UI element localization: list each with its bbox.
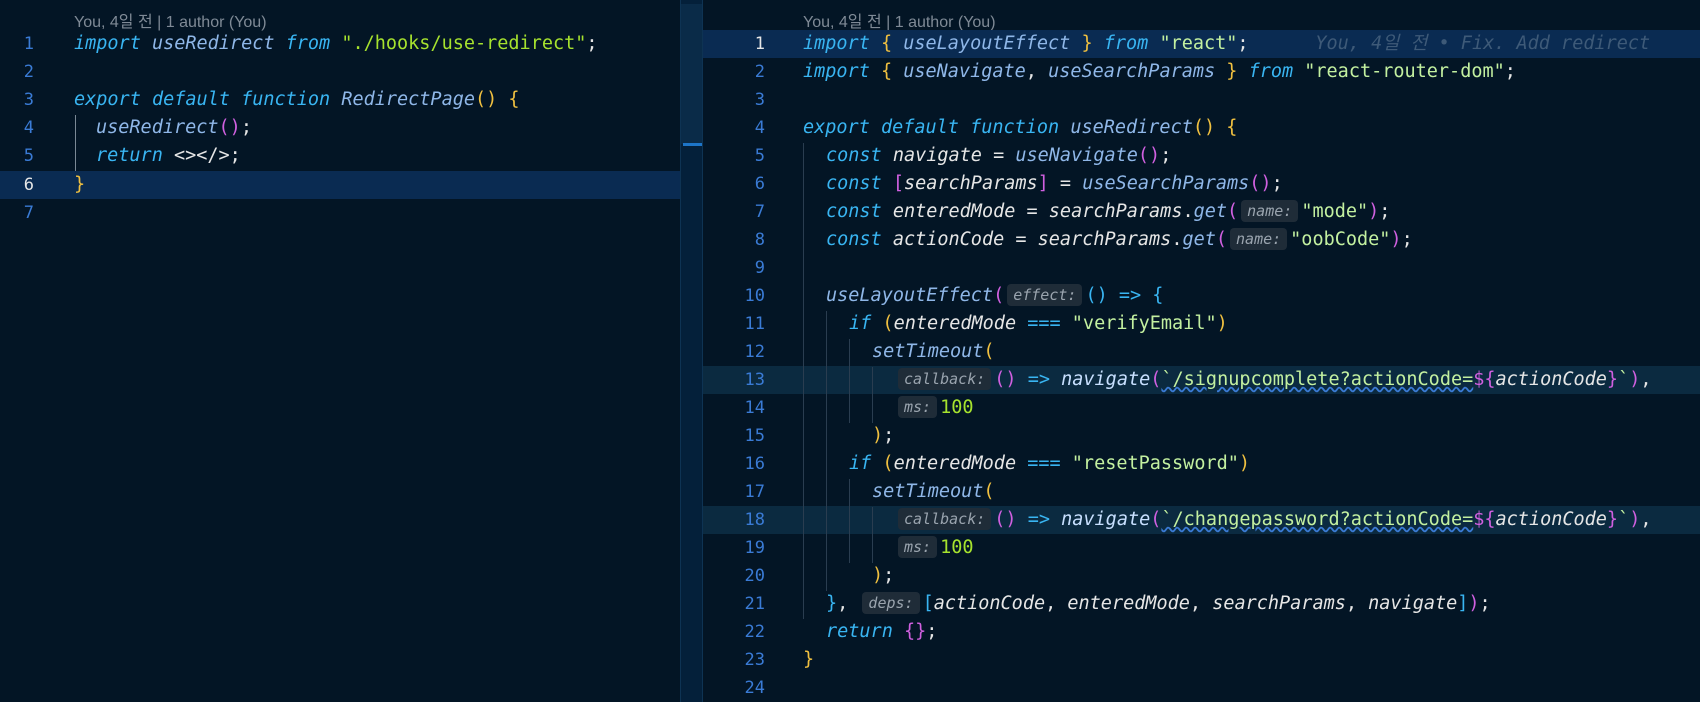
indent-guide <box>826 311 827 591</box>
code-line[interactable]: ms: 100 <box>895 534 974 562</box>
line-number: 21 <box>744 594 765 614</box>
code-line[interactable]: } <box>74 171 85 199</box>
indent-guide <box>849 339 850 423</box>
inlay-hint: callback: <box>898 508 992 530</box>
line-number: 2 <box>754 62 765 82</box>
line-number: 23 <box>744 650 765 670</box>
inlay-hint: callback: <box>898 368 992 390</box>
inline-blame: You, 4일 전 • Fix. Add redirect <box>1315 33 1651 54</box>
code-line[interactable]: }, deps: [actionCode, enteredMode, search… <box>826 590 1491 618</box>
code-line[interactable]: import { useNavigate, useSearchParams } … <box>803 58 1516 86</box>
line-number: 17 <box>744 482 765 502</box>
line-number: 19 <box>744 538 765 558</box>
inlay-hint: ms: <box>898 396 938 418</box>
line-number: 9 <box>754 258 765 278</box>
inlay-hint: effect: <box>1007 284 1083 306</box>
line-number: 24 <box>744 678 765 698</box>
current-line-highlight <box>0 171 680 199</box>
indent-guide <box>872 507 873 563</box>
code-line[interactable]: useLayoutEffect(effect:() => { <box>826 282 1163 310</box>
line-number: 6 <box>754 174 765 194</box>
indent-guide <box>872 367 873 423</box>
line-number: 3 <box>754 90 765 110</box>
line-number: 5 <box>754 146 765 166</box>
code-line[interactable]: return <></>; <box>96 142 241 170</box>
line-number: 15 <box>744 426 765 446</box>
line-number: 20 <box>744 566 765 586</box>
indent-guide <box>849 479 850 563</box>
code-line[interactable]: return {}; <box>826 618 937 646</box>
left-editor-pane[interactable]: You, 4일 전 | 1 author (You) 1 2 3 4 5 6 7… <box>0 0 680 702</box>
line-number: 4 <box>754 118 765 138</box>
inlay-hint: ms: <box>898 536 938 558</box>
code-line[interactable]: const enteredMode = searchParams.get(nam… <box>826 198 1390 226</box>
line-number: 18 <box>744 510 765 530</box>
code-line[interactable]: } <box>803 646 814 674</box>
code-line[interactable]: ms: 100 <box>895 394 974 422</box>
indent-guide <box>803 143 804 619</box>
code-line[interactable]: const actionCode = searchParams.get(name… <box>826 226 1413 254</box>
code-line[interactable]: import { useLayoutEffect } from "react";… <box>803 30 1650 58</box>
code-line[interactable]: export default function RedirectPage() { <box>74 86 520 114</box>
line-number: 22 <box>744 622 765 642</box>
line-number: 2 <box>23 62 34 82</box>
code-line[interactable]: if (enteredMode === "verifyEmail") <box>849 310 1228 338</box>
codelens-blame[interactable]: You, 4일 전 | 1 author (You) <box>74 8 267 31</box>
right-editor-pane[interactable]: You, 4일 전 | 1 author (You) 1 2 3 4 5 6 7… <box>703 0 1700 702</box>
line-number: 11 <box>744 314 765 334</box>
indent-guide <box>75 115 76 171</box>
line-number: 8 <box>754 230 765 250</box>
line-number: 7 <box>754 202 765 222</box>
line-number: 6 <box>23 175 34 195</box>
line-number: 1 <box>23 34 34 54</box>
line-number: 16 <box>744 454 765 474</box>
line-number: 3 <box>23 90 34 110</box>
scrollbar-thumb[interactable] <box>681 4 702 144</box>
code-line[interactable]: export default function useRedirect() { <box>803 114 1237 142</box>
code-line[interactable]: ); <box>872 422 894 450</box>
line-number: 12 <box>744 342 765 362</box>
code-line[interactable]: ); <box>872 562 894 590</box>
inlay-hint: name: <box>1230 228 1288 250</box>
code-line[interactable]: callback:() => navigate(`/signupcomplete… <box>895 366 1651 394</box>
line-number: 10 <box>744 286 765 306</box>
line-number: 4 <box>23 118 34 138</box>
code-line[interactable]: import useRedirect from "./hooks/use-red… <box>74 30 598 58</box>
codelens-blame[interactable]: You, 4일 전 | 1 author (You) <box>803 8 996 31</box>
line-number: 5 <box>23 146 34 166</box>
code-line[interactable]: const navigate = useNavigate(); <box>826 142 1171 170</box>
code-line[interactable]: if (enteredMode === "resetPassword") <box>849 450 1250 478</box>
inlay-hint: deps: <box>862 592 920 614</box>
code-line[interactable]: useRedirect(); <box>96 114 252 142</box>
line-number: 7 <box>23 203 34 223</box>
code-line[interactable]: callback:() => navigate(`/changepassword… <box>895 506 1651 534</box>
line-number: 1 <box>754 34 765 54</box>
scrollbar-cursor-marker <box>683 143 702 146</box>
code-line[interactable]: setTimeout( <box>872 478 995 506</box>
code-line[interactable]: setTimeout( <box>872 338 995 366</box>
inlay-hint: name: <box>1241 200 1299 222</box>
left-scrollbar[interactable] <box>680 0 703 702</box>
line-number: 14 <box>744 398 765 418</box>
line-number: 13 <box>744 370 765 390</box>
code-line[interactable]: const [searchParams] = useSearchParams()… <box>826 170 1283 198</box>
